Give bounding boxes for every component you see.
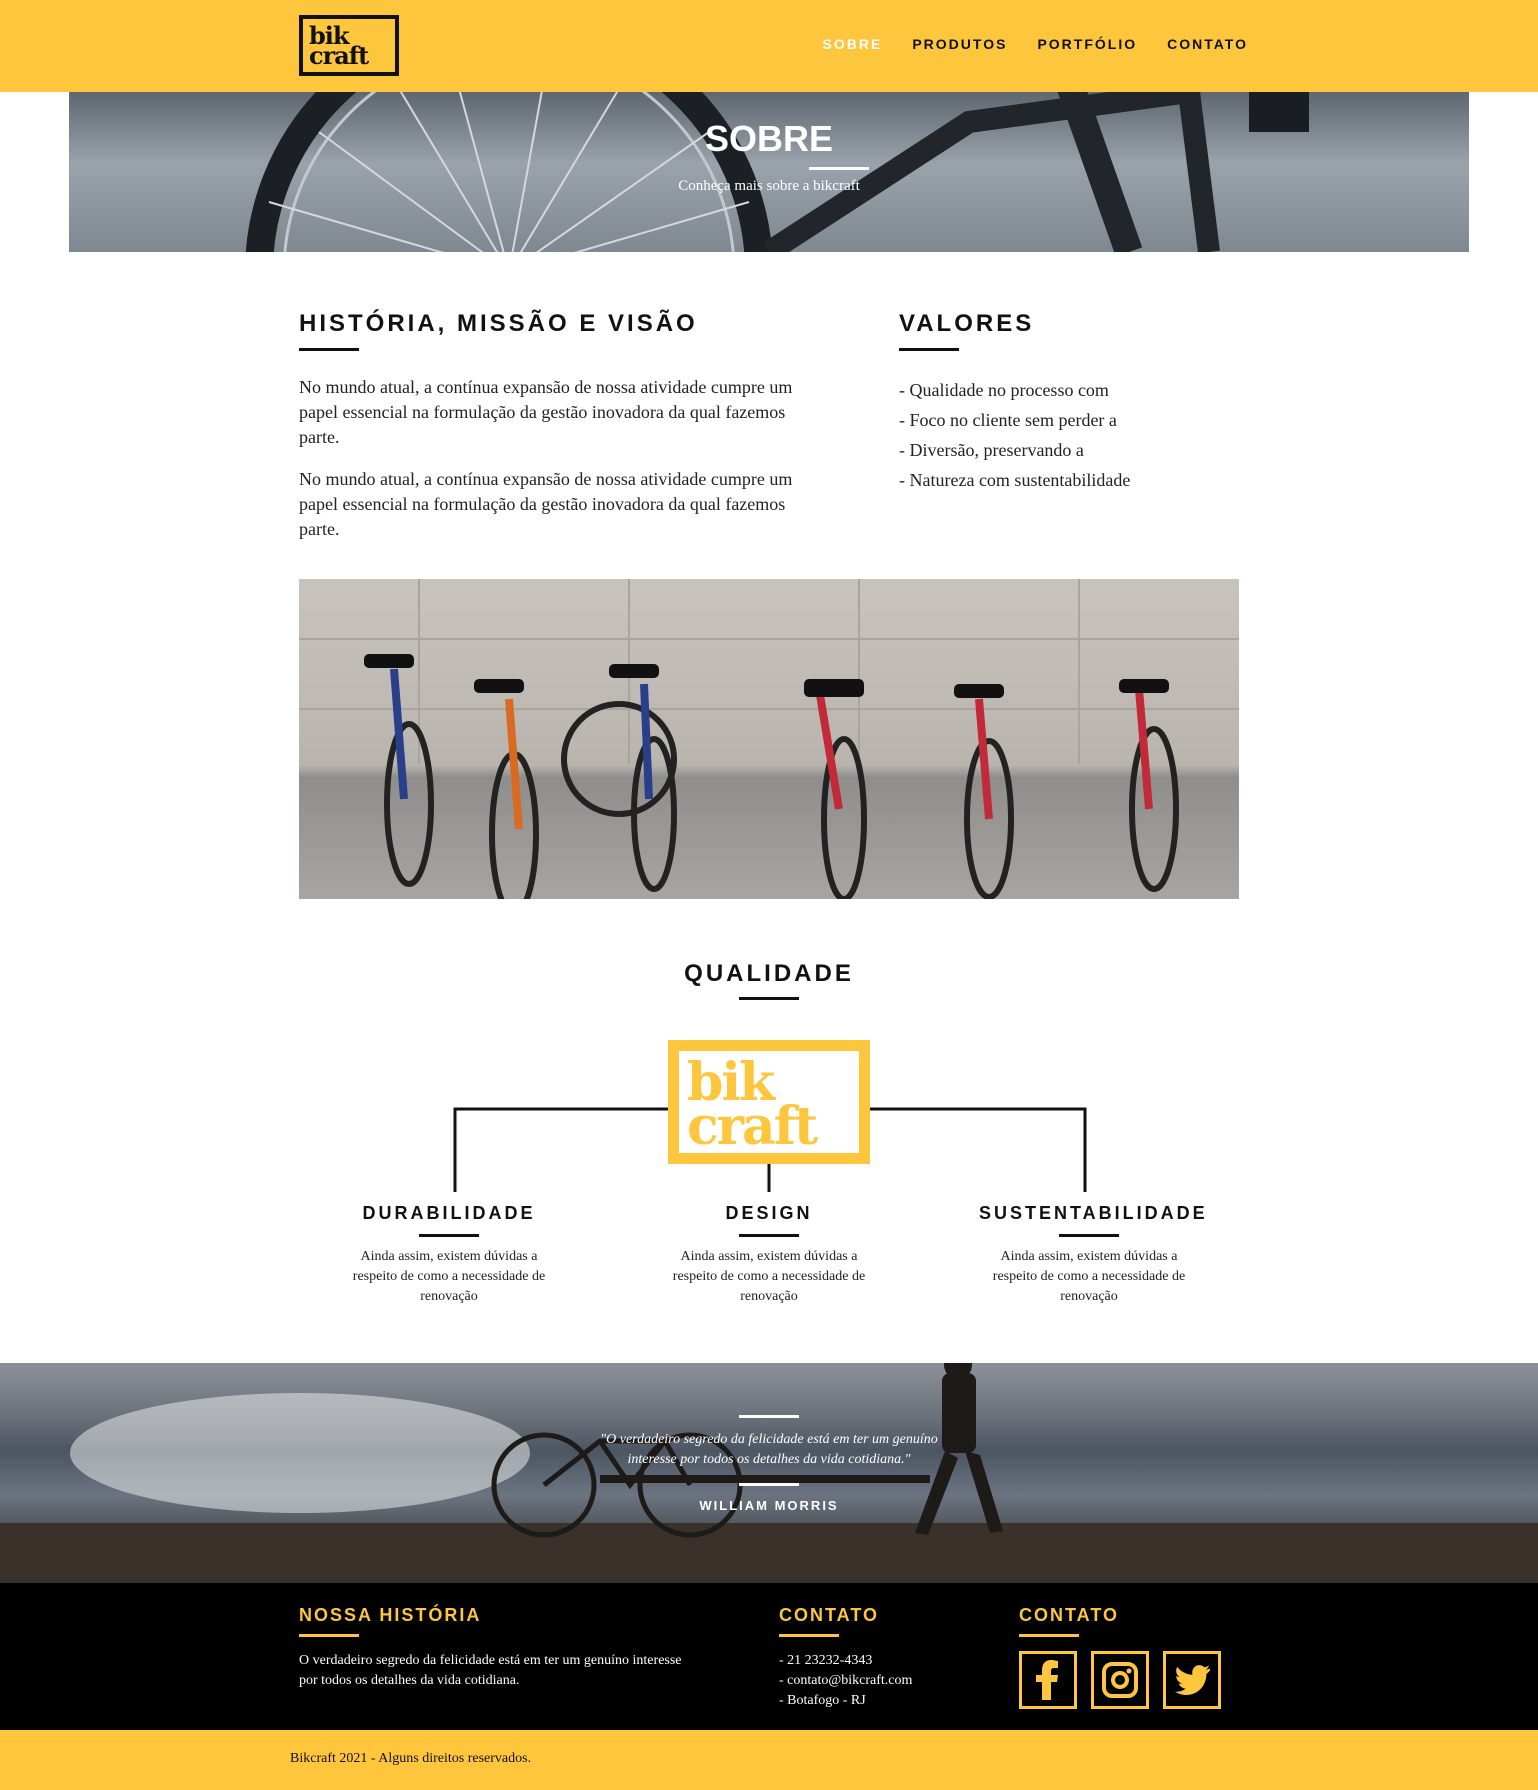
twitter-link[interactable] [1163,1651,1221,1709]
history-paragraph: No mundo atual, a contínua expansão de n… [299,469,793,539]
quality-item-title: SUSTENTABILIDADE [979,1203,1208,1223]
values-list-item: - Foco no cliente sem perder a [899,410,1117,430]
footer-contact: CONTATO - 21 23232-4343 - contato@bikcra… [779,1605,979,1711]
quality-item-design: DESIGN Ainda assim, existem dúvidas a re… [659,1203,879,1307]
copyright-text: Bikcraft 2021 - Alguns direitos reservad… [290,1751,532,1766]
quality-bikcraft-logo: bik craft [668,1040,870,1164]
quality-item-underline [739,1234,799,1237]
values-list-item: - Diversão, preservando a [899,440,1084,460]
quote-top-rule [739,1415,799,1418]
footer-email: - contato@bikcraft.com [779,1673,913,1688]
values-heading-underline [899,348,959,351]
nav-link-contato[interactable]: CONTATO [1167,36,1248,52]
history-heading: HISTÓRIA, MISSÃO E VISÃO [299,310,698,337]
facebook-link[interactable] [1019,1651,1077,1709]
quality-item-underline [419,1234,479,1237]
quality-item-durabilidade: DURABILIDADE Ainda assim, existem dúvida… [339,1203,559,1307]
social-links [1019,1651,1249,1709]
logo-text-craft: craft [309,41,369,70]
quality-heading: QUALIDADE [684,960,854,987]
footer-address: - Botafogo - RJ [779,1693,866,1708]
instagram-link[interactable] [1091,1651,1149,1709]
quality-item-text: Ainda assim, existem dúvidas a respeito … [672,1249,866,1304]
footer-heading-underline [299,1634,359,1637]
seaside-bike-photo [0,1363,1538,1583]
quality-logo-text-craft: craft [687,1096,818,1157]
values-list-item: - Qualidade no processo com [899,380,1109,400]
bikcraft-logo[interactable]: bik craft [299,15,399,76]
footer-contact-list: - 21 23232-4343 - contato@bikcraft.com -… [779,1651,979,1711]
title-underline [809,167,869,170]
nav-link-sobre[interactable]: SOBRE [823,36,883,52]
footer-history-heading: NOSSA HISTÓRIA [299,1605,482,1625]
history-section: HISTÓRIA, MISSÃO E VISÃO No mundo atual,… [299,310,829,542]
twitter-icon [1174,1665,1210,1695]
quality-item-title: DURABILIDADE [362,1203,536,1223]
quote-author: WILLIAM MORRIS [699,1498,839,1513]
quote-banner: "O verdadeiro segredo da felicidade está… [0,1363,1538,1583]
nav-link-produtos[interactable]: PRODUTOS [912,36,1007,52]
quality-item-sustentabilidade: SUSTENTABILIDADE Ainda assim, existem dú… [979,1203,1208,1307]
hero-banner: SOBRE Conheça mais sobre a bikcraft [69,92,1469,252]
quality-item-underline [1059,1234,1119,1237]
quote-text-line: interesse por todos os detalhes da vida … [627,1452,911,1467]
quote-text-line: "O verdadeiro segredo da felicidade está… [600,1432,938,1447]
quote-text: "O verdadeiro segredo da felicidade está… [0,1430,1538,1470]
quality-item-text: Ainda assim, existem dúvidas a respeito … [352,1249,546,1304]
history-heading-underline [299,348,359,351]
history-paragraph: No mundo atual, a contínua expansão de n… [299,377,793,447]
footer-social: CONTATO [1019,1605,1249,1709]
bicycle-wheel-photo [245,92,1309,252]
footer-history-text: O verdadeiro segredo da felicidade está … [299,1653,682,1688]
footer-heading-underline [779,1634,839,1637]
footer-contact-heading: CONTATO [779,1605,879,1625]
footer-heading-underline [1019,1634,1079,1637]
values-list-item: - Natureza com sustentabilidade [899,470,1131,490]
footer-social-heading: CONTATO [1019,1605,1119,1625]
page-subtitle: Conheça mais sobre a bikcraft [678,178,860,194]
main-nav: SOBRE PRODUTOS PORTFÓLIO CONTATO [823,36,1248,52]
quote-bottom-rule [739,1483,799,1486]
quality-item-title: DESIGN [725,1203,813,1223]
bikes-illustration [299,579,1239,899]
page-title: SOBRE [704,118,834,159]
footer-phone: - 21 23232-4343 [779,1653,873,1668]
values-section: VALORES - Qualidade no processo com - Fo… [899,310,1239,495]
parked-bikes-photo [299,579,1239,899]
facebook-icon [1036,1660,1058,1700]
site-header: bik craft SOBRE PRODUTOS PORTFÓLIO CONTA… [0,0,1538,92]
nav-link-portfolio[interactable]: PORTFÓLIO [1037,36,1137,52]
instagram-icon [1102,1662,1138,1698]
values-list: - Qualidade no processo com - Foco no cl… [899,375,1239,495]
copyright-bar: Bikcraft 2021 - Alguns direitos reservad… [0,1730,1538,1790]
footer-history: NOSSA HISTÓRIA O verdadeiro segredo da f… [299,1605,699,1691]
values-heading: VALORES [899,310,1035,337]
site-footer: NOSSA HISTÓRIA O verdadeiro segredo da f… [0,1583,1538,1730]
quality-item-text: Ainda assim, existem dúvidas a respeito … [992,1249,1186,1304]
